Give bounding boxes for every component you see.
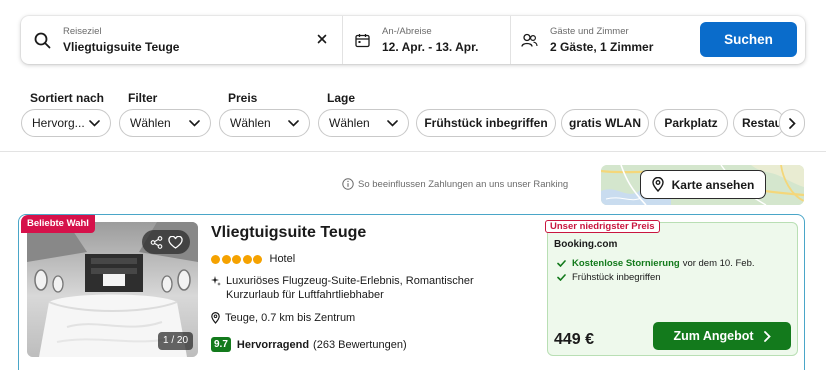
hotel-review-summary[interactable]: 9.7 Hervorragend (263 Bewertungen) <box>211 337 407 352</box>
chevron-down-icon <box>89 119 100 127</box>
view-deal-label: Zum Angebot <box>673 329 754 343</box>
review-score-badge: 9.7 <box>211 337 231 352</box>
filter-group: Filter <box>119 90 157 106</box>
location-dropdown[interactable]: Wählen <box>318 109 409 137</box>
search-icon <box>34 32 51 48</box>
map-pin-icon <box>211 312 220 324</box>
filters-scroll-right-button[interactable] <box>779 109 805 137</box>
dates-label: An-/Abreise <box>382 25 432 37</box>
chevron-down-icon <box>288 119 299 127</box>
show-map-label: Karte ansehen <box>671 177 755 192</box>
location-label: Lage <box>327 91 356 105</box>
filter-value: Wählen <box>130 116 171 130</box>
filter-row: Sortiert nach Hervorg... Filter Wählen P… <box>21 90 811 140</box>
hotel-type: Hotel <box>269 253 296 265</box>
chevron-down-icon <box>189 119 200 127</box>
guests-icon <box>521 33 538 47</box>
perk-free-cancellation: Kostenlose Stornierung vor dem 10. Feb. <box>557 258 755 269</box>
check-icon <box>557 274 566 281</box>
calendar-icon <box>355 33 370 47</box>
search-bar: Reiseziel Vliegtuigsuite Teuge An-/Abrei… <box>21 16 805 64</box>
perk-free-cancellation-bold: Kostenlose Stornierung <box>572 258 680 269</box>
view-deal-button[interactable]: Zum Angebot <box>653 322 791 350</box>
location-value: Wählen <box>329 116 370 130</box>
chevron-right-icon <box>788 117 796 129</box>
dates-field[interactable]: An-/Abreise 12. Apr. - 13. Apr. <box>343 16 511 64</box>
check-icon <box>557 260 566 267</box>
search-button[interactable]: Suchen <box>700 22 797 57</box>
chip-restaurant[interactable]: Restau <box>733 109 785 137</box>
close-icon <box>317 34 327 44</box>
chevron-right-icon <box>763 330 771 342</box>
price-value: Wählen <box>230 116 271 130</box>
perk-breakfast: Frühstück inbegriffen <box>557 272 661 283</box>
heart-icon[interactable] <box>167 235 183 249</box>
star-icon <box>211 254 220 264</box>
share-icon[interactable] <box>150 235 163 249</box>
deal-price: 449 € <box>554 331 595 348</box>
price-dropdown[interactable]: Wählen <box>219 109 310 137</box>
filter-dropdown[interactable]: Wählen <box>119 109 211 137</box>
chip-breakfast[interactable]: Frühstück inbegriffen <box>416 109 556 137</box>
perk-free-cancellation-rest: vor dem 10. Feb. <box>682 258 755 269</box>
deal-provider: Booking.com <box>554 239 618 250</box>
chevron-down-icon <box>387 119 398 127</box>
destination-value[interactable]: Vliegtuigsuite Teuge <box>63 40 179 55</box>
guests-value: 2 Gäste, 1 Zimmer <box>550 39 654 54</box>
destination-label: Reiseziel <box>63 25 102 37</box>
perk-breakfast-text: Frühstück inbegriffen <box>572 272 661 283</box>
star-icon <box>253 254 262 264</box>
sparkle-icon <box>211 276 221 286</box>
hotel-description: Luxuriöses Flugzeug-Suite-Erlebnis, Roma… <box>211 274 511 302</box>
price-group: Preis <box>219 90 257 106</box>
filter-label: Filter <box>128 91 158 105</box>
info-icon <box>342 178 354 190</box>
photo-actions <box>142 230 190 254</box>
show-map-button[interactable]: Karte ansehen <box>640 170 766 199</box>
dates-value: 12. Apr. - 13. Apr. <box>382 39 479 54</box>
guests-field[interactable]: Gäste und Zimmer 2 Gäste, 1 Zimmer <box>511 16 694 64</box>
map-pin-icon <box>651 177 664 192</box>
clear-button[interactable] <box>314 31 330 47</box>
destination-field[interactable]: Reiseziel Vliegtuigsuite Teuge <box>21 16 343 64</box>
ranking-info-text: So beeinflussen Zahlungen an uns unser R… <box>358 178 569 190</box>
lowest-price-badge: Unser niedrigster Preis <box>545 220 660 233</box>
location-group: Lage <box>318 90 355 106</box>
sort-dropdown[interactable]: Hervorg... <box>21 109 111 137</box>
sort-group: Sortiert nach <box>21 90 104 106</box>
sort-value: Hervorg... <box>32 116 85 130</box>
sort-label: Sortiert nach <box>30 91 105 105</box>
chip-wifi[interactable]: gratis WLAN <box>561 109 649 137</box>
divider <box>0 151 826 152</box>
chip-parking[interactable]: Parkplatz <box>654 109 728 137</box>
price-label: Preis <box>228 91 258 105</box>
popular-badge: Beliebte Wahl <box>21 215 95 233</box>
hotel-location: Teuge, 0.7 km bis Zentrum <box>211 312 355 324</box>
star-icon <box>232 254 241 264</box>
photo-counter: 1 / 20 <box>158 332 194 350</box>
hotel-location-text: Teuge, 0.7 km bis Zentrum <box>225 312 356 324</box>
hotel-description-text: Luxuriöses Flugzeug-Suite-Erlebnis, Roma… <box>226 275 474 301</box>
review-score-word: Hervorragend <box>236 338 310 351</box>
review-count: (263 Bewertungen) <box>313 338 407 351</box>
star-icon <box>242 254 252 264</box>
guests-label: Gäste und Zimmer <box>550 25 629 37</box>
star-icon <box>221 254 231 264</box>
hotel-name[interactable]: Vliegtuigsuite Teuge <box>211 224 366 242</box>
hotel-rating-stars: Hotel <box>211 253 295 265</box>
ranking-info-link[interactable]: So beeinflussen Zahlungen an uns unser R… <box>342 178 568 190</box>
